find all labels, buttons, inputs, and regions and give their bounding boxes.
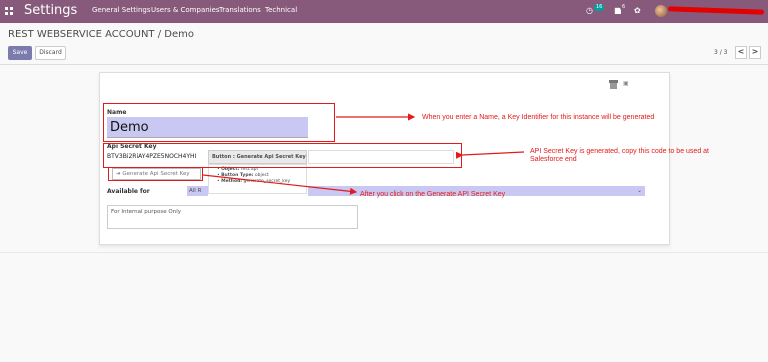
annotation-button-note: After you click on the Generate API Secr… — [360, 191, 506, 198]
annotation-key-note: API Secret Key is generated, copy this c… — [530, 148, 709, 163]
annotation-name-note: When you enter a Name, a Key Identifier … — [422, 114, 655, 121]
annotation-arrows — [202, 113, 525, 195]
